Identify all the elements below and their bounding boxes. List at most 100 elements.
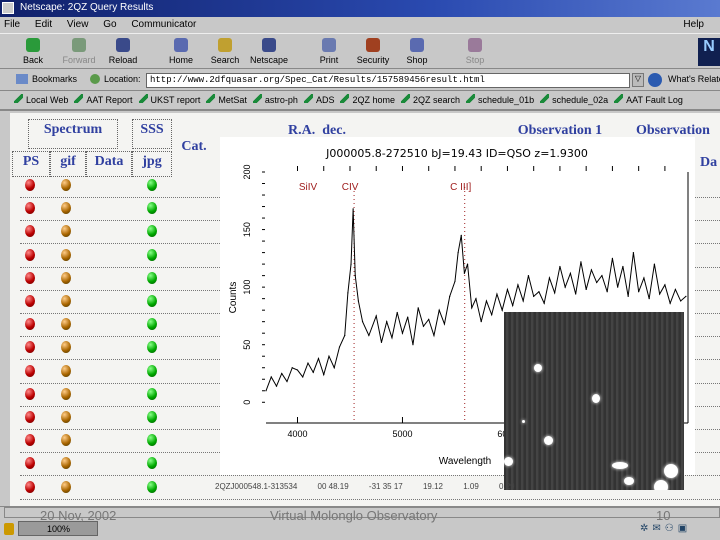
spectrum-point	[632, 251, 635, 254]
y-axis-label: Counts	[228, 282, 239, 314]
menu-go[interactable]: Go	[103, 19, 116, 30]
spectrum-point	[281, 372, 283, 375]
bookmark-link[interactable]: schedule_02a	[540, 94, 608, 105]
menu-file[interactable]: File	[4, 19, 20, 30]
spectrum-point	[270, 376, 272, 378]
menu-communicator[interactable]: Communicator	[131, 19, 196, 30]
bookmarks-button[interactable]: Bookmarks	[32, 74, 77, 84]
spectrum-point	[428, 318, 430, 320]
gif-link-icon[interactable]	[61, 179, 71, 191]
jpg-link-icon[interactable]	[147, 364, 157, 377]
ps-link-icon[interactable]	[25, 248, 35, 261]
cell-dec: -31 35 17	[368, 482, 403, 491]
gif-link-icon[interactable]	[61, 434, 71, 447]
bookmark-link[interactable]: astro-ph	[252, 94, 298, 105]
header-ps: PS	[12, 151, 50, 177]
spectrum-point	[352, 208, 354, 210]
gif-link-icon[interactable]	[61, 364, 71, 377]
ps-link-icon[interactable]	[25, 480, 35, 493]
gif-link-icon[interactable]	[61, 387, 71, 400]
url-input[interactable]: http://www.2dfquasar.org/Spec_Cat/Result…	[146, 73, 630, 88]
spectrum-point	[517, 284, 519, 286]
gif-link-icon[interactable]	[61, 341, 71, 354]
jpg-link-icon[interactable]	[147, 457, 157, 470]
sky-image-thumbnail[interactable]	[504, 312, 684, 490]
jpg-link-icon[interactable]	[147, 295, 157, 307]
ps-link-icon[interactable]	[25, 457, 35, 470]
ps-link-icon[interactable]	[25, 202, 35, 215]
bookmark-link[interactable]: MetSat	[206, 94, 247, 105]
ps-link-icon[interactable]	[25, 318, 35, 331]
reload-button[interactable]: Reload	[100, 36, 146, 65]
jpg-link-icon[interactable]	[147, 318, 157, 331]
jpg-link-icon[interactable]	[147, 202, 157, 215]
jpg-link-icon[interactable]	[147, 271, 157, 284]
cell-name[interactable]: 2QZJ000548.1-313534	[215, 482, 297, 491]
ps-link-icon[interactable]	[25, 434, 35, 447]
bookmark-link[interactable]: ADS	[303, 94, 334, 105]
jpg-link-icon[interactable]	[147, 341, 157, 354]
menu-view[interactable]: View	[67, 19, 89, 30]
spectrum-point	[438, 309, 440, 311]
component-bar-icons[interactable]: ✲✉⚇▣	[640, 523, 716, 537]
gif-link-icon[interactable]	[61, 248, 71, 261]
window-menu-icon[interactable]	[2, 2, 14, 14]
netscape-button[interactable]: Netscape	[246, 36, 292, 65]
jpg-link-icon[interactable]	[147, 179, 157, 191]
home-button[interactable]: Home	[158, 36, 204, 65]
bookmark-link[interactable]: Local Web	[14, 94, 68, 105]
stop-button[interactable]: Stop	[452, 36, 498, 65]
spectrum-point	[286, 380, 288, 383]
spectrum-point	[323, 374, 325, 376]
ps-link-icon[interactable]	[25, 271, 35, 284]
jpg-link-icon[interactable]	[147, 248, 157, 261]
gif-link-icon[interactable]	[61, 202, 71, 215]
spectrum-point	[265, 390, 267, 392]
menu-help[interactable]: Help	[683, 19, 704, 30]
lock-icon[interactable]	[4, 523, 14, 535]
ps-link-icon[interactable]	[25, 364, 35, 377]
spectrum-point	[449, 295, 451, 297]
netscape-logo[interactable]: N	[698, 38, 720, 66]
ps-link-icon[interactable]	[25, 387, 35, 400]
jpg-link-icon[interactable]	[147, 387, 157, 400]
bookmark-link[interactable]: schedule_01b	[466, 94, 534, 105]
gif-link-icon[interactable]	[61, 411, 71, 423]
gif-link-icon[interactable]	[61, 318, 71, 331]
gif-link-icon[interactable]	[61, 225, 71, 238]
security-button[interactable]: Security	[350, 36, 396, 65]
whats-related-button[interactable]: What's Related	[668, 74, 720, 84]
spectrum-point	[368, 334, 370, 337]
ps-link-icon[interactable]	[25, 341, 35, 354]
menu-edit[interactable]: Edit	[35, 19, 52, 30]
bookmark-link[interactable]: UKST report	[138, 94, 200, 105]
forward-button[interactable]: Forward	[56, 36, 102, 65]
search-button[interactable]: Search	[202, 36, 248, 65]
bookmark-link[interactable]: 2QZ search	[401, 94, 460, 105]
bookmark-link[interactable]: 2QZ home	[340, 94, 395, 105]
shop-button[interactable]: Shop	[394, 36, 440, 65]
print-button[interactable]: Print	[306, 36, 352, 65]
ps-link-icon[interactable]	[25, 225, 35, 238]
bookmark-icon	[340, 94, 350, 103]
bookmark-link[interactable]: AAT Report	[74, 94, 133, 105]
spectrum-point	[347, 292, 349, 294]
jpg-link-icon[interactable]	[147, 480, 157, 493]
jpg-link-icon[interactable]	[147, 225, 157, 238]
gif-link-icon[interactable]	[61, 271, 71, 284]
back-button[interactable]: Back	[10, 36, 56, 65]
ps-link-icon[interactable]	[25, 179, 35, 191]
jpg-link-icon[interactable]	[147, 411, 157, 423]
url-dropdown-icon[interactable]: ▽	[632, 73, 644, 87]
spectrum-point	[475, 298, 477, 300]
shop-icon	[410, 38, 424, 52]
spectrum-point	[680, 300, 682, 302]
spectrum-point	[491, 314, 493, 316]
gif-link-icon[interactable]	[61, 295, 71, 307]
gif-link-icon[interactable]	[61, 480, 71, 493]
gif-link-icon[interactable]	[61, 457, 71, 470]
bookmark-link[interactable]: AAT Fault Log	[614, 94, 683, 105]
ps-link-icon[interactable]	[25, 411, 35, 423]
jpg-link-icon[interactable]	[147, 434, 157, 447]
ps-link-icon[interactable]	[25, 295, 35, 307]
